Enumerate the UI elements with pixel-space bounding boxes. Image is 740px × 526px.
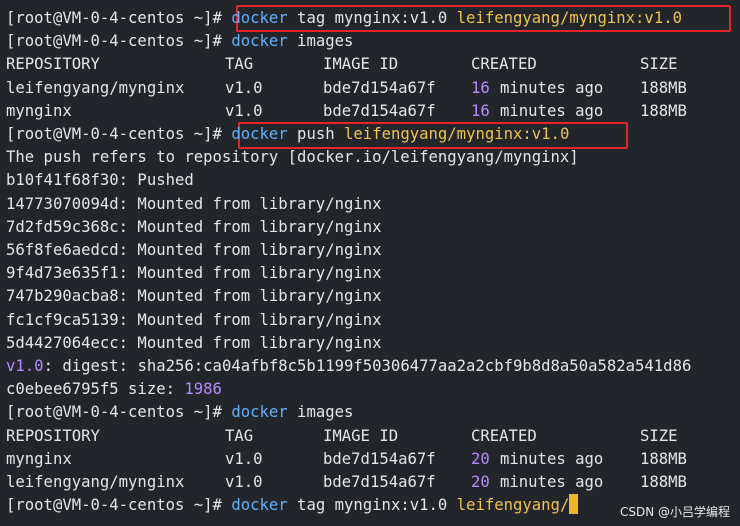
table-cell: v1.0 (225, 78, 263, 97)
created-unit: minutes ago (500, 78, 604, 97)
terminal-line: 5d4427064ecc: Mounted from library/nginx (6, 332, 382, 355)
table-header-cell: REPOSITORY (6, 55, 100, 74)
created-unit: minutes ago (500, 473, 604, 491)
command-name: docker (231, 32, 288, 51)
tag-label: v1.0 (6, 357, 44, 375)
table-cell: mynginx (6, 449, 72, 468)
terminal-line: c0ebee6795f5 size: 1986 (6, 378, 222, 401)
terminal-line: [root@VM-0-4-centos ~]# docker images (6, 30, 353, 53)
output-text: 14773070094d: Mounted from library/nginx (6, 194, 382, 213)
digest-text: : digest: sha256:ca04afbf8c5b1199f503064… (43, 357, 692, 375)
terminal-line: [root@VM-0-4-centos ~]# docker tag myngi… (6, 7, 682, 30)
command-args: tag mynginx:v1.0 (287, 496, 457, 515)
terminal-line: 7d2fd59c368c: Mounted from library/nginx (6, 216, 382, 239)
shell-prompt: [root@VM-0-4-centos ~]# (6, 9, 232, 27)
command-ref: leifengyang/ (456, 496, 570, 515)
table-cell-size: 188MB (640, 101, 687, 120)
terminal-window[interactable]: [root@VM-0-4-centos ~]# docker tag myngi… (0, 0, 740, 526)
terminal-line: fc1cf9ca5139: Mounted from library/nginx (6, 309, 382, 332)
table-header-cell: CREATED (471, 426, 537, 445)
terminal-line: 747b290acba8: Mounted from library/nginx (6, 285, 382, 308)
terminal-line: [root@VM-0-4-centos ~]# docker tag myngi… (6, 494, 579, 517)
command-name: docker (231, 403, 288, 422)
table-cell: bde7d154a67f (323, 449, 436, 468)
table-header-cell: IMAGE ID (323, 55, 399, 74)
output-text: 747b290acba8: Mounted from library/nginx (6, 287, 382, 306)
shell-prompt: [root@VM-0-4-centos ~]# (6, 403, 232, 422)
terminal-line: leifengyang/mynginx v1.0 bde7d154a67f 16 min… (6, 77, 734, 100)
table-cell: leifengyang/mynginx (6, 473, 185, 491)
created-unit: minutes ago (500, 101, 604, 120)
table-cell: bde7d154a67f (323, 101, 436, 120)
created-number: 20 (471, 449, 490, 468)
command-args: images (287, 403, 354, 422)
watermark: CSDN @小吕学编程 (619, 505, 730, 519)
terminal-line: mynginx v1.0 bde7d154a67f 16 minutes ago 188M… (6, 100, 734, 123)
table-cell: bde7d154a67f (323, 78, 436, 97)
cursor-block (569, 494, 579, 515)
created-unit: minutes ago (500, 449, 604, 468)
table-header-cell: IMAGE ID (323, 426, 399, 445)
table-cell: bde7d154a67f (323, 473, 436, 491)
table-header-cell: TAG (225, 55, 254, 74)
terminal-line: The push refers to repository [docker.io… (6, 146, 579, 169)
terminal-line: REPOSITORY TAG IMAGE ID CREATED SIZE (6, 53, 734, 76)
table-cell: v1.0 (225, 449, 263, 468)
output-text: b10f41f68f30: Pushed (6, 171, 194, 190)
table-header-cell: SIZE (640, 426, 678, 445)
terminal-line: REPOSITORY TAG IMAGE ID CREATED SIZE (6, 425, 734, 448)
terminal-line: v1.0: digest: sha256:ca04afbf8c5b1199f50… (6, 355, 691, 378)
output-text: 56f8fe6aedcd: Mounted from library/nginx (6, 241, 382, 259)
terminal-line: [root@VM-0-4-centos ~]# docker push leif… (6, 123, 569, 146)
output-text: 9f4d73e635f1: Mounted from library/nginx (6, 264, 382, 283)
created-number: 20 (471, 473, 490, 491)
command-args: push (287, 125, 345, 143)
size-text: c0ebee6795f5 size: (6, 380, 185, 399)
created-number: 16 (471, 78, 490, 97)
command-name: docker (231, 9, 288, 27)
output-text: 7d2fd59c368c: Mounted from library/nginx (6, 217, 382, 236)
table-cell-size: 188MB (640, 449, 687, 468)
table-header-cell: REPOSITORY (6, 426, 100, 445)
shell-prompt: [root@VM-0-4-centos ~]# (6, 125, 232, 143)
command-ref: leifengyang/mynginx:v1.0 (456, 9, 682, 27)
output-text: fc1cf9ca5139: Mounted from library/nginx (6, 310, 382, 329)
created-number: 16 (471, 101, 490, 120)
terminal-line: [root@VM-0-4-centos ~]# docker images (6, 401, 353, 424)
command-ref: leifengyang/mynginx:v1.0 (344, 125, 570, 143)
output-text: 5d4427064ecc: Mounted from library/nginx (6, 333, 382, 352)
command-name: docker (231, 496, 288, 515)
shell-prompt: [root@VM-0-4-centos ~]# (6, 32, 232, 51)
table-cell-size: 188MB (640, 78, 687, 97)
table-header-cell: SIZE (640, 55, 678, 74)
terminal-line: leifengyang/mynginx v1.0 bde7d154a67f 20 min… (6, 471, 734, 494)
table-cell: v1.0 (225, 101, 263, 120)
terminal-line: 9f4d73e635f1: Mounted from library/nginx (6, 262, 382, 285)
size-number: 1986 (184, 380, 222, 399)
terminal-line: mynginx v1.0 bde7d154a67f 20 minutes ago 188M… (6, 448, 734, 471)
table-cell: mynginx (6, 101, 72, 120)
table-cell: v1.0 (225, 473, 263, 491)
shell-prompt: [root@VM-0-4-centos ~]# (6, 496, 232, 515)
terminal-line: 14773070094d: Mounted from library/nginx (6, 193, 382, 216)
table-header-cell: CREATED (471, 55, 537, 74)
command-name: docker (231, 125, 288, 143)
command-args: tag mynginx:v1.0 (287, 9, 457, 27)
output-text: The push refers to repository [docker.io… (6, 148, 579, 167)
table-header-cell: TAG (225, 426, 254, 445)
table-cell-size: 188MB (640, 473, 687, 491)
command-args: images (287, 32, 354, 51)
terminal-line: 56f8fe6aedcd: Mounted from library/nginx (6, 239, 382, 262)
table-cell: leifengyang/mynginx (6, 78, 185, 97)
terminal-line: b10f41f68f30: Pushed (6, 169, 194, 192)
